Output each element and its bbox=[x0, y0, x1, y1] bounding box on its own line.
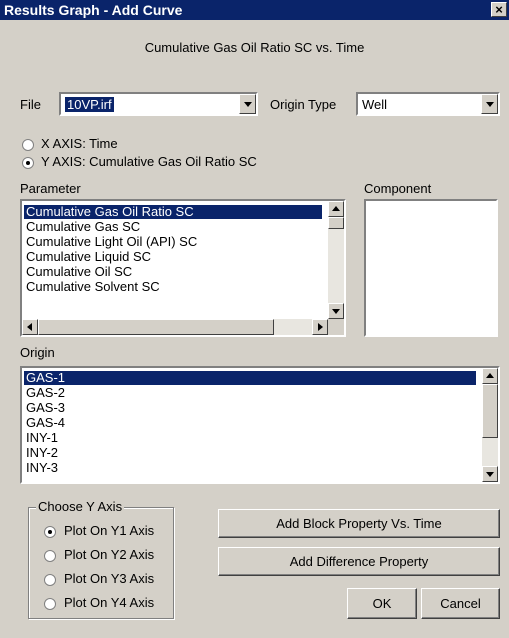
chevron-down-icon[interactable] bbox=[481, 94, 498, 114]
scroll-thumb[interactable] bbox=[328, 217, 344, 229]
list-item[interactable]: Cumulative Gas SC bbox=[24, 220, 140, 234]
y3-axis-label: Plot On Y3 Axis bbox=[64, 571, 155, 586]
list-item[interactable]: INY-2 bbox=[24, 446, 58, 460]
title-bar: Results Graph - Add Curve × bbox=[0, 0, 509, 20]
file-combobox[interactable]: 10VP.irf bbox=[59, 92, 258, 116]
close-icon[interactable]: × bbox=[491, 2, 507, 17]
graph-heading: Cumulative Gas Oil Ratio SC vs. Time bbox=[144, 40, 365, 55]
scroll-right-icon[interactable] bbox=[312, 319, 328, 335]
origin-label: Origin bbox=[20, 345, 55, 360]
list-item[interactable]: Cumulative Oil SC bbox=[24, 265, 132, 279]
list-item[interactable]: Cumulative Liquid SC bbox=[24, 250, 151, 264]
scroll-up-icon[interactable] bbox=[328, 201, 344, 217]
y-axis-label: Y AXIS: Cumulative Gas Oil Ratio SC bbox=[41, 154, 257, 169]
file-value: 10VP.irf bbox=[65, 97, 114, 112]
parameter-listbox[interactable]: Cumulative Gas Oil Ratio SC Cumulative G… bbox=[20, 199, 346, 337]
choose-y-axis-label: Choose Y Axis bbox=[36, 499, 125, 514]
x-axis-radio[interactable] bbox=[22, 139, 34, 151]
component-label: Component bbox=[364, 181, 432, 196]
origin-listbox[interactable]: GAS-1 GAS-2 GAS-3 GAS-4 INY-1 INY-2 INY-… bbox=[20, 366, 500, 484]
list-item[interactable]: Cumulative Solvent SC bbox=[24, 280, 160, 294]
origin-vertical-scrollbar[interactable] bbox=[482, 368, 498, 482]
cancel-button[interactable]: Cancel bbox=[421, 588, 500, 619]
origin-type-combobox[interactable]: Well bbox=[356, 92, 500, 116]
scroll-left-icon[interactable] bbox=[22, 319, 38, 335]
y1-axis-label: Plot On Y1 Axis bbox=[64, 523, 155, 538]
window-title: Results Graph - Add Curve bbox=[4, 2, 183, 18]
scroll-thumb[interactable] bbox=[38, 319, 274, 335]
y3-axis-radio[interactable] bbox=[44, 574, 56, 586]
scroll-down-icon[interactable] bbox=[482, 466, 498, 482]
x-axis-label: X AXIS: Time bbox=[41, 136, 118, 151]
component-listbox[interactable] bbox=[364, 199, 498, 337]
y4-axis-label: Plot On Y4 Axis bbox=[64, 595, 155, 610]
list-item[interactable]: GAS-2 bbox=[24, 386, 65, 400]
list-item[interactable]: GAS-4 bbox=[24, 416, 65, 430]
parameter-vertical-scrollbar[interactable] bbox=[328, 201, 344, 319]
scroll-corner bbox=[328, 319, 344, 335]
origin-type-value: Well bbox=[362, 97, 388, 112]
parameter-label: Parameter bbox=[20, 181, 81, 196]
y4-axis-radio[interactable] bbox=[44, 598, 56, 610]
y2-axis-radio[interactable] bbox=[44, 550, 56, 562]
add-block-property-button[interactable]: Add Block Property Vs. Time bbox=[218, 509, 500, 538]
y2-axis-label: Plot On Y2 Axis bbox=[64, 547, 155, 562]
file-label: File bbox=[20, 97, 41, 112]
chevron-down-icon[interactable] bbox=[239, 94, 256, 114]
origin-type-label: Origin Type bbox=[270, 97, 337, 112]
parameter-horizontal-scrollbar[interactable] bbox=[22, 319, 328, 335]
list-item[interactable]: Cumulative Light Oil (API) SC bbox=[24, 235, 197, 249]
ok-button[interactable]: OK bbox=[347, 588, 417, 619]
add-difference-property-button[interactable]: Add Difference Property bbox=[218, 547, 500, 576]
list-item[interactable]: GAS-1 bbox=[24, 371, 476, 385]
y-axis-radio[interactable] bbox=[22, 157, 34, 169]
list-item[interactable]: INY-3 bbox=[24, 461, 58, 480]
scroll-down-icon[interactable] bbox=[328, 303, 344, 319]
list-item[interactable]: INY-1 bbox=[24, 431, 58, 445]
y1-axis-radio[interactable] bbox=[44, 526, 56, 538]
scroll-thumb[interactable] bbox=[482, 384, 498, 438]
list-item[interactable]: GAS-3 bbox=[24, 401, 65, 415]
scroll-up-icon[interactable] bbox=[482, 368, 498, 384]
list-item[interactable]: Cumulative Gas Oil Ratio SC bbox=[24, 205, 322, 219]
